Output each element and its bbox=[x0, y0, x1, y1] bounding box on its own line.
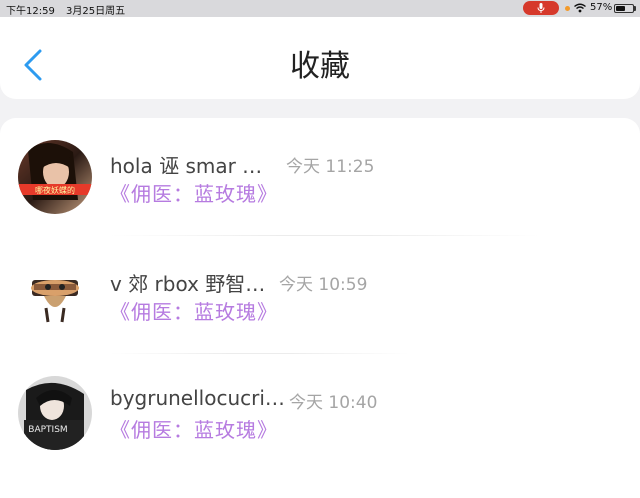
item-name: v 郊 rbox 野智… bbox=[110, 272, 266, 296]
item-name: bygrunellocucri… bbox=[110, 386, 285, 410]
page-title: 收藏 bbox=[290, 49, 350, 84]
mic-icon bbox=[537, 3, 545, 13]
battery-fill bbox=[616, 6, 625, 11]
mic-indicator bbox=[523, 1, 559, 15]
item-time: 今天 10:40 bbox=[289, 393, 378, 413]
battery-percent: 57% bbox=[590, 2, 613, 13]
nav-bar: 收藏 bbox=[0, 17, 640, 99]
status-left: 下午12:59 3月25日周五 bbox=[6, 2, 133, 17]
item-time: 今天 10:59 bbox=[279, 275, 368, 295]
favorites-list: 哪夜妖蝶的 hola 诬 smar … 今天 11:25 《佣医：蓝玫瑰》 v … bbox=[0, 118, 640, 498]
status-date: 3月25日周五 bbox=[66, 6, 126, 17]
avatar-caption: 哪夜妖蝶的 bbox=[35, 185, 75, 195]
list-item[interactable]: BAPTISM bygrunellocucri… 今天 10:40 《佣医：蓝玫… bbox=[0, 354, 640, 472]
item-tag[interactable]: 《佣医：蓝玫瑰》 bbox=[110, 178, 278, 207]
item-time: 今天 11:25 bbox=[286, 157, 375, 177]
item-tag[interactable]: 《佣医：蓝玫瑰》 bbox=[110, 296, 278, 325]
avatar bbox=[18, 258, 92, 332]
list-item[interactable]: v 郊 rbox 野智… 今天 10:59 《佣医：蓝玫瑰》 bbox=[0, 236, 640, 354]
avatar: BAPTISM bbox=[18, 376, 92, 450]
battery-icon bbox=[614, 4, 634, 13]
item-tag[interactable]: 《佣医：蓝玫瑰》 bbox=[110, 414, 278, 443]
item-name: hola 诬 smar … bbox=[110, 154, 263, 178]
wifi-icon bbox=[574, 3, 586, 13]
avatar-caption: BAPTISM bbox=[28, 425, 67, 435]
status-bar: 下午12:59 3月25日周五 57% bbox=[0, 0, 640, 17]
battery-cap bbox=[634, 6, 636, 11]
privacy-dot bbox=[565, 6, 570, 11]
list-item[interactable]: 哪夜妖蝶的 hola 诬 smar … 今天 11:25 《佣医：蓝玫瑰》 bbox=[0, 118, 640, 236]
avatar: 哪夜妖蝶的 bbox=[18, 140, 92, 214]
status-time: 下午12:59 bbox=[6, 6, 55, 17]
